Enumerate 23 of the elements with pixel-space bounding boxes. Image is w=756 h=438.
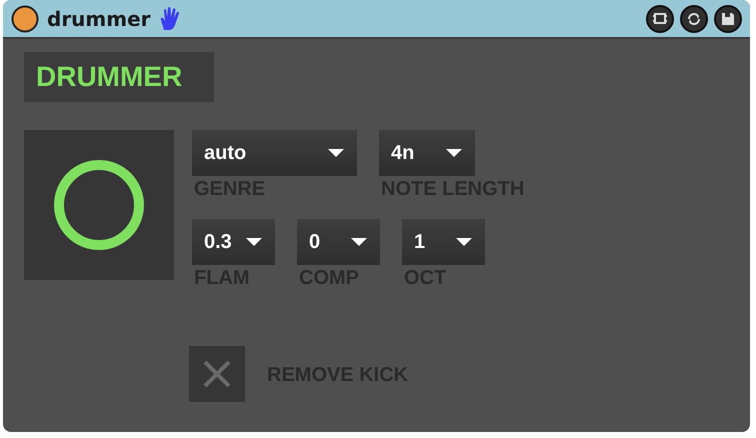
refresh-icon xyxy=(686,10,702,26)
frame-icon xyxy=(652,10,668,26)
caret-icon xyxy=(350,237,368,247)
cross-icon xyxy=(202,359,232,389)
dropdown[interactable]: 0 xyxy=(297,219,380,265)
window-title: drummer xyxy=(47,6,151,30)
save-icon xyxy=(720,10,736,26)
save-button[interactable] xyxy=(714,4,742,32)
refresh-button[interactable] xyxy=(680,4,708,32)
caret-icon xyxy=(455,237,473,247)
caret-icon xyxy=(445,148,463,158)
checkbox[interactable] xyxy=(189,346,245,402)
caret-icon xyxy=(245,237,263,247)
dropdown[interactable]: 4n xyxy=(379,130,475,176)
dropdown[interactable]: 0.3 xyxy=(192,219,275,265)
dropdown[interactable]: 1 xyxy=(402,219,485,265)
caret-icon xyxy=(327,148,345,158)
dropdown[interactable]: auto xyxy=(192,130,357,176)
power-icon[interactable] xyxy=(11,4,39,32)
freeze-button[interactable] xyxy=(646,4,674,32)
hand-icon[interactable] xyxy=(158,6,181,32)
trigger-pad[interactable] xyxy=(24,130,174,280)
device-heading: DRUMMER xyxy=(24,52,214,102)
